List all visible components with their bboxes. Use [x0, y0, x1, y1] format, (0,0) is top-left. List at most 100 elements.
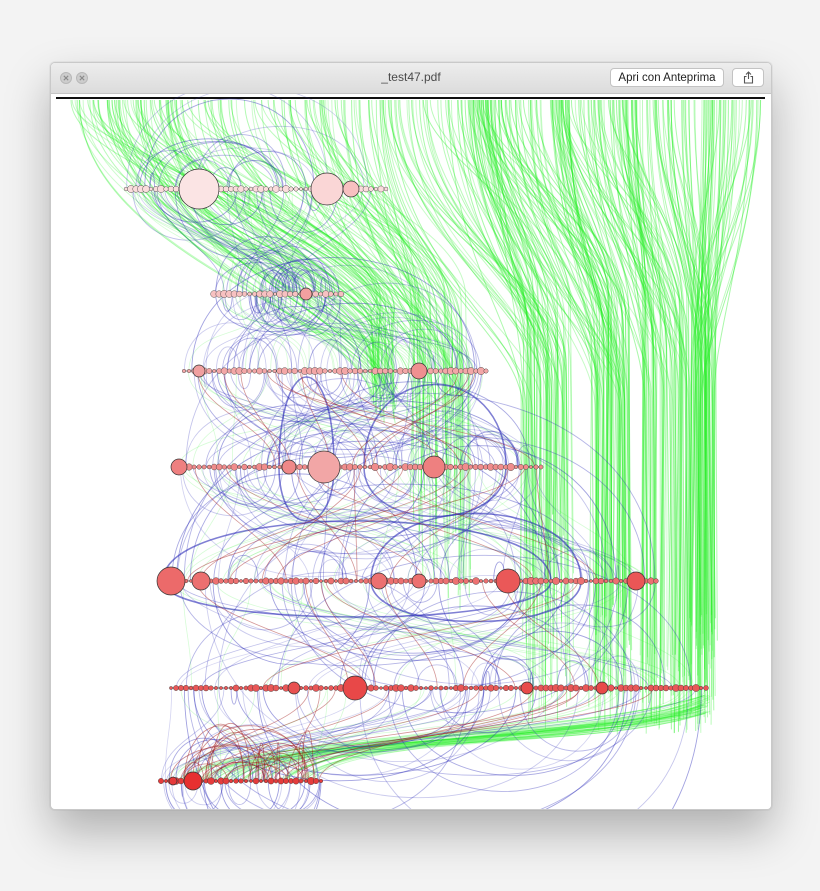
graph-node	[368, 186, 374, 192]
graph-node	[224, 686, 228, 690]
graph-node-large	[170, 458, 188, 476]
graph-node	[202, 684, 210, 692]
graph-node	[188, 685, 194, 691]
graph-node	[288, 186, 294, 192]
graph-node	[447, 464, 454, 471]
graph-node	[468, 464, 473, 470]
graph-node	[367, 684, 375, 692]
graph-node-large	[299, 287, 313, 301]
graph-node-large	[168, 776, 178, 786]
graph-node	[562, 577, 570, 585]
graph-node	[249, 779, 253, 783]
graph-node	[243, 685, 249, 691]
graph-node-large	[411, 573, 427, 589]
graph-node	[177, 777, 185, 785]
graph-node	[614, 686, 618, 690]
graph-node	[261, 463, 268, 471]
graph-node	[303, 685, 309, 691]
graph-node-large	[178, 168, 220, 210]
graph-node	[438, 685, 444, 691]
graph-node	[212, 369, 217, 374]
graph-node	[608, 578, 614, 584]
graph-node	[298, 778, 304, 784]
graph-node	[362, 185, 370, 193]
graph-node	[432, 368, 439, 374]
graph-node	[653, 578, 659, 584]
graph-node	[248, 186, 254, 192]
graph-node	[279, 686, 283, 690]
graph-node	[173, 685, 179, 691]
graph-node	[233, 778, 239, 784]
graph-node	[683, 685, 689, 691]
graph-node	[514, 686, 518, 690]
graph-node	[458, 368, 464, 374]
graph-node	[463, 685, 469, 691]
graph-node	[692, 684, 700, 692]
graph-node-large	[192, 364, 206, 378]
network-diagram	[70, 94, 762, 809]
green-edge	[227, 466, 398, 582]
graph-node	[208, 685, 214, 691]
graph-node	[597, 577, 605, 585]
graph-node	[277, 577, 285, 585]
graph-node	[142, 185, 150, 193]
graph-node	[292, 777, 300, 785]
graph-node	[243, 779, 248, 784]
graph-node	[228, 778, 234, 784]
graph-node	[328, 369, 333, 374]
open-with-preview-button[interactable]: Apri con Anteprima	[610, 68, 724, 87]
graph-node	[292, 577, 300, 585]
graph-node-large	[183, 771, 203, 791]
graph-node	[297, 369, 302, 373]
graph-node	[281, 367, 289, 375]
graph-node	[302, 464, 308, 470]
graph-node	[468, 685, 474, 691]
graph-node	[387, 368, 394, 374]
graph-node-large	[281, 459, 297, 475]
graph-node	[163, 186, 169, 192]
graph-node	[263, 186, 269, 192]
graph-node	[298, 578, 304, 584]
graph-node	[273, 778, 279, 784]
graph-node	[506, 463, 515, 471]
graph-node	[258, 578, 264, 584]
graph-node	[243, 186, 249, 192]
graph-node	[222, 777, 230, 785]
graph-node	[222, 185, 230, 193]
graph-node	[424, 686, 428, 690]
graph-node	[252, 291, 258, 297]
graph-node	[483, 578, 489, 584]
graph-node	[472, 577, 480, 585]
graph-node	[443, 685, 449, 691]
graph-node	[241, 463, 248, 471]
graph-node	[322, 368, 328, 374]
graph-node	[338, 290, 345, 297]
graph-node	[293, 186, 299, 192]
preview-window: _test47.pdf Apri con Anteprima	[50, 62, 772, 810]
graph-node	[402, 368, 409, 375]
graph-node	[302, 577, 310, 585]
graph-node	[319, 579, 323, 583]
graph-node	[589, 579, 593, 583]
graph-node	[503, 685, 510, 692]
share-button[interactable]	[732, 68, 764, 87]
graph-node	[413, 685, 419, 691]
graph-node-large	[495, 568, 521, 594]
graph-node	[316, 367, 324, 375]
title-bar: _test47.pdf Apri con Anteprima	[51, 63, 771, 94]
graph-node	[397, 684, 405, 692]
graph-node	[473, 685, 479, 691]
graph-node-large	[410, 362, 428, 380]
graph-node	[272, 464, 277, 470]
graph-node	[261, 368, 268, 374]
graph-node	[272, 684, 280, 692]
graph-node-large	[191, 571, 211, 591]
graph-node	[299, 187, 303, 191]
graph-node	[357, 464, 363, 470]
green-edge	[336, 580, 627, 689]
graph-node	[477, 463, 484, 471]
graph-node	[247, 291, 252, 297]
graph-node-large	[595, 681, 609, 695]
graph-node	[253, 578, 259, 584]
graph-node	[523, 464, 529, 470]
